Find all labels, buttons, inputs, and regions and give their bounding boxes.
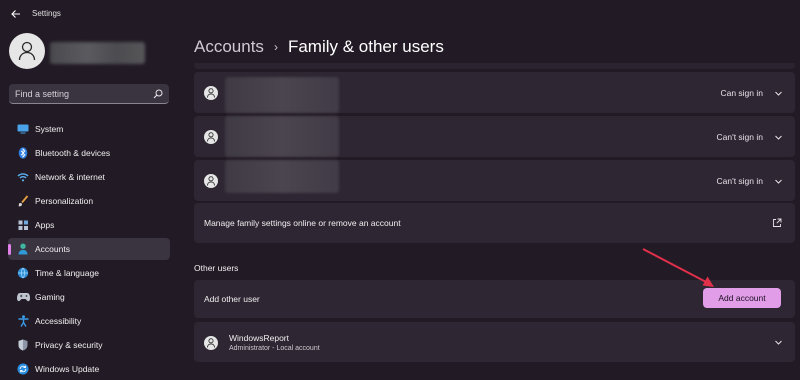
sidebar-item-system[interactable]: System bbox=[8, 118, 170, 140]
breadcrumb: Accounts › Family & other users bbox=[194, 36, 444, 58]
other-user-row[interactable]: WindowsReport Administrator - Local acco… bbox=[194, 322, 795, 362]
user-avatar-icon bbox=[204, 336, 218, 350]
user-avatar-icon bbox=[204, 174, 218, 188]
sign-in-status: Can sign in bbox=[720, 88, 763, 98]
apps-icon bbox=[16, 218, 30, 232]
back-arrow-icon[interactable] bbox=[9, 8, 23, 22]
search-box[interactable] bbox=[9, 84, 169, 104]
search-icon[interactable] bbox=[153, 89, 163, 99]
page-title: Family & other users bbox=[287, 37, 444, 56]
sidebar-item-privacy-security[interactable]: Privacy & security bbox=[8, 334, 170, 356]
bluetooth-icon bbox=[16, 146, 30, 160]
sidebar-item-accessibility[interactable]: Accessibility bbox=[8, 310, 170, 332]
chevron-down-icon[interactable] bbox=[774, 338, 783, 347]
sign-in-status: Can't sign in bbox=[716, 176, 763, 186]
sidebar-item-label: Accessibility bbox=[35, 316, 82, 326]
username-redacted bbox=[225, 160, 339, 193]
app-title: Settings bbox=[32, 9, 61, 18]
username-redacted bbox=[225, 116, 339, 157]
section-title-other-users: Other users bbox=[194, 263, 239, 273]
chevron-down-icon[interactable] bbox=[774, 89, 783, 98]
account-name: WindowsReport bbox=[229, 333, 289, 343]
username-redacted bbox=[225, 77, 339, 113]
family-user-row[interactable]: Can sign in bbox=[194, 72, 795, 113]
manage-family-label: Manage family settings online or remove … bbox=[204, 218, 401, 228]
search-input[interactable] bbox=[9, 84, 149, 103]
sidebar-item-label: Bluetooth & devices bbox=[35, 148, 111, 158]
gamepad-icon bbox=[16, 290, 30, 304]
main-content: Accounts › Family & other users Can sign… bbox=[194, 30, 800, 380]
sidebar-item-bluetooth[interactable]: Bluetooth & devices bbox=[8, 142, 170, 164]
sync-icon bbox=[16, 362, 30, 376]
manage-family-link[interactable]: Manage family settings online or remove … bbox=[194, 203, 795, 243]
sidebar-item-apps[interactable]: Apps bbox=[8, 214, 170, 236]
add-other-user-label: Add other user bbox=[204, 294, 260, 304]
family-user-row[interactable]: Can't sign in bbox=[194, 160, 795, 201]
user-avatar-icon bbox=[204, 130, 218, 144]
sidebar-item-label: Windows Update bbox=[35, 364, 100, 374]
sidebar-item-label: Time & language bbox=[35, 268, 99, 278]
family-user-row[interactable]: Can't sign in bbox=[194, 116, 795, 157]
sidebar-item-label: Privacy & security bbox=[35, 340, 103, 350]
monitor-icon bbox=[16, 122, 30, 136]
sidebar-item-windows-update[interactable]: Windows Update bbox=[8, 358, 170, 380]
wifi-icon bbox=[16, 170, 30, 184]
sidebar-item-label: System bbox=[35, 124, 64, 134]
avatar[interactable] bbox=[9, 33, 45, 69]
breadcrumb-separator: › bbox=[273, 40, 278, 54]
title-bar: Settings bbox=[0, 0, 800, 30]
account-type: Administrator - Local account bbox=[229, 345, 320, 352]
brush-icon bbox=[16, 194, 30, 208]
sidebar-item-accounts[interactable]: Accounts bbox=[8, 238, 170, 260]
sidebar-item-personalization[interactable]: Personalization bbox=[8, 190, 170, 212]
breadcrumb-parent[interactable]: Accounts bbox=[194, 37, 264, 57]
sidebar: System Bluetooth & devices Network & int… bbox=[0, 30, 180, 380]
sidebar-item-label: Gaming bbox=[35, 292, 65, 302]
sidebar-nav: System Bluetooth & devices Network & int… bbox=[8, 118, 170, 380]
person-icon bbox=[16, 242, 30, 256]
chevron-down-icon[interactable] bbox=[774, 133, 783, 142]
user-avatar-icon bbox=[204, 86, 218, 100]
sidebar-item-label: Apps bbox=[35, 220, 55, 230]
annotation-arrow-icon bbox=[642, 248, 714, 287]
sidebar-item-label: Network & internet bbox=[35, 172, 105, 182]
sidebar-item-label: Accounts bbox=[35, 244, 70, 254]
globe-clock-icon bbox=[16, 266, 30, 280]
sidebar-item-gaming[interactable]: Gaming bbox=[8, 286, 170, 308]
sign-in-status: Can't sign in bbox=[716, 132, 763, 142]
sidebar-item-time-language[interactable]: Time & language bbox=[8, 262, 170, 284]
sidebar-item-label: Personalization bbox=[35, 196, 94, 206]
chevron-down-icon[interactable] bbox=[774, 177, 783, 186]
accessibility-icon bbox=[16, 314, 30, 328]
username-redacted bbox=[50, 42, 145, 64]
sidebar-item-network[interactable]: Network & internet bbox=[8, 166, 170, 188]
family-list-top-edge bbox=[194, 63, 795, 69]
shield-icon bbox=[16, 338, 30, 352]
person-icon bbox=[18, 41, 36, 61]
external-link-icon[interactable] bbox=[772, 218, 782, 228]
